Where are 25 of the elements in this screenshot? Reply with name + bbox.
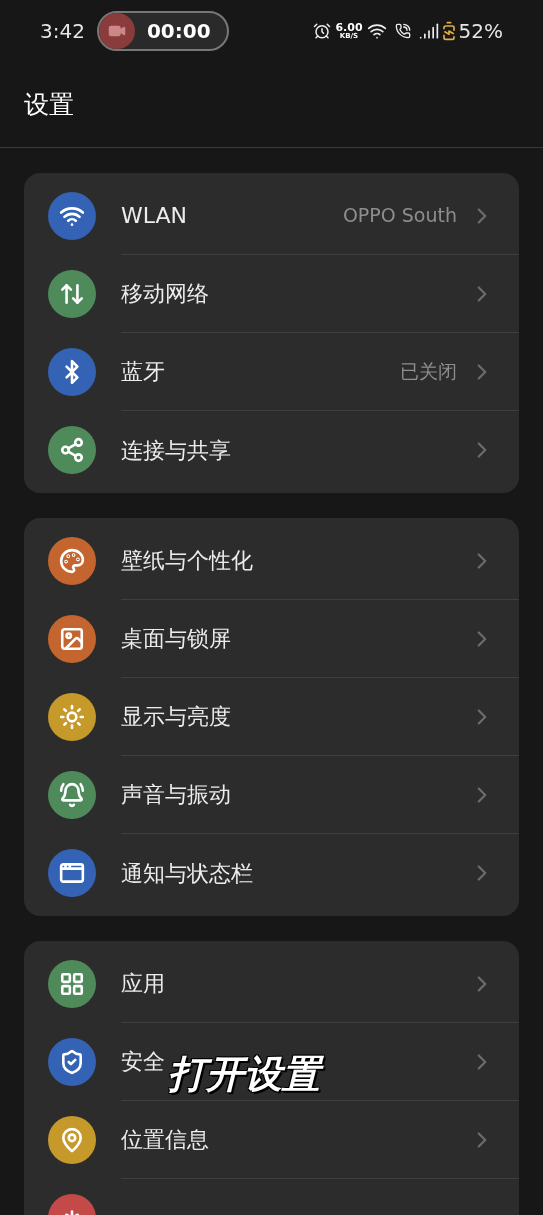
battery-percent: 52% xyxy=(458,18,503,45)
call-icon xyxy=(394,23,411,39)
setting-label[interactable]: 显示与亮度 xyxy=(121,700,231,733)
clock-time: 3:42 xyxy=(40,18,85,45)
setting-label[interactable]: 蓝牙 xyxy=(121,355,165,388)
setting-label[interactable]: 声音与振动 xyxy=(121,778,231,811)
setting-label[interactable]: 应用 xyxy=(121,967,165,1000)
setting-label[interactable]: 位置信息 xyxy=(121,1123,209,1156)
net-speed: 6.00 xyxy=(335,22,363,33)
setting-label[interactable]: 移动网络 xyxy=(121,277,209,310)
camera-icon xyxy=(98,13,135,49)
recording-pill[interactable]: 00:00 xyxy=(96,11,229,51)
wifi-icon xyxy=(366,21,387,41)
signal-icon xyxy=(418,21,439,41)
setting-label[interactable]: 壁纸与个性化 xyxy=(121,544,253,577)
record-timer: 00:00 xyxy=(146,18,211,45)
page-title: 设置 xyxy=(24,88,74,121)
setting-label[interactable]: WLAN xyxy=(121,199,188,232)
setting-label[interactable]: 安全 xyxy=(121,1045,165,1078)
setting-value: 已关闭 xyxy=(400,359,457,385)
alarm-icon xyxy=(313,22,332,40)
setting-label[interactable]: 桌面与锁屏 xyxy=(121,622,231,655)
setting-value: OPPO South xyxy=(342,203,457,229)
setting-label[interactable]: 通知与状态栏 xyxy=(121,856,253,890)
setting-label[interactable]: 连接与共享 xyxy=(121,433,231,467)
